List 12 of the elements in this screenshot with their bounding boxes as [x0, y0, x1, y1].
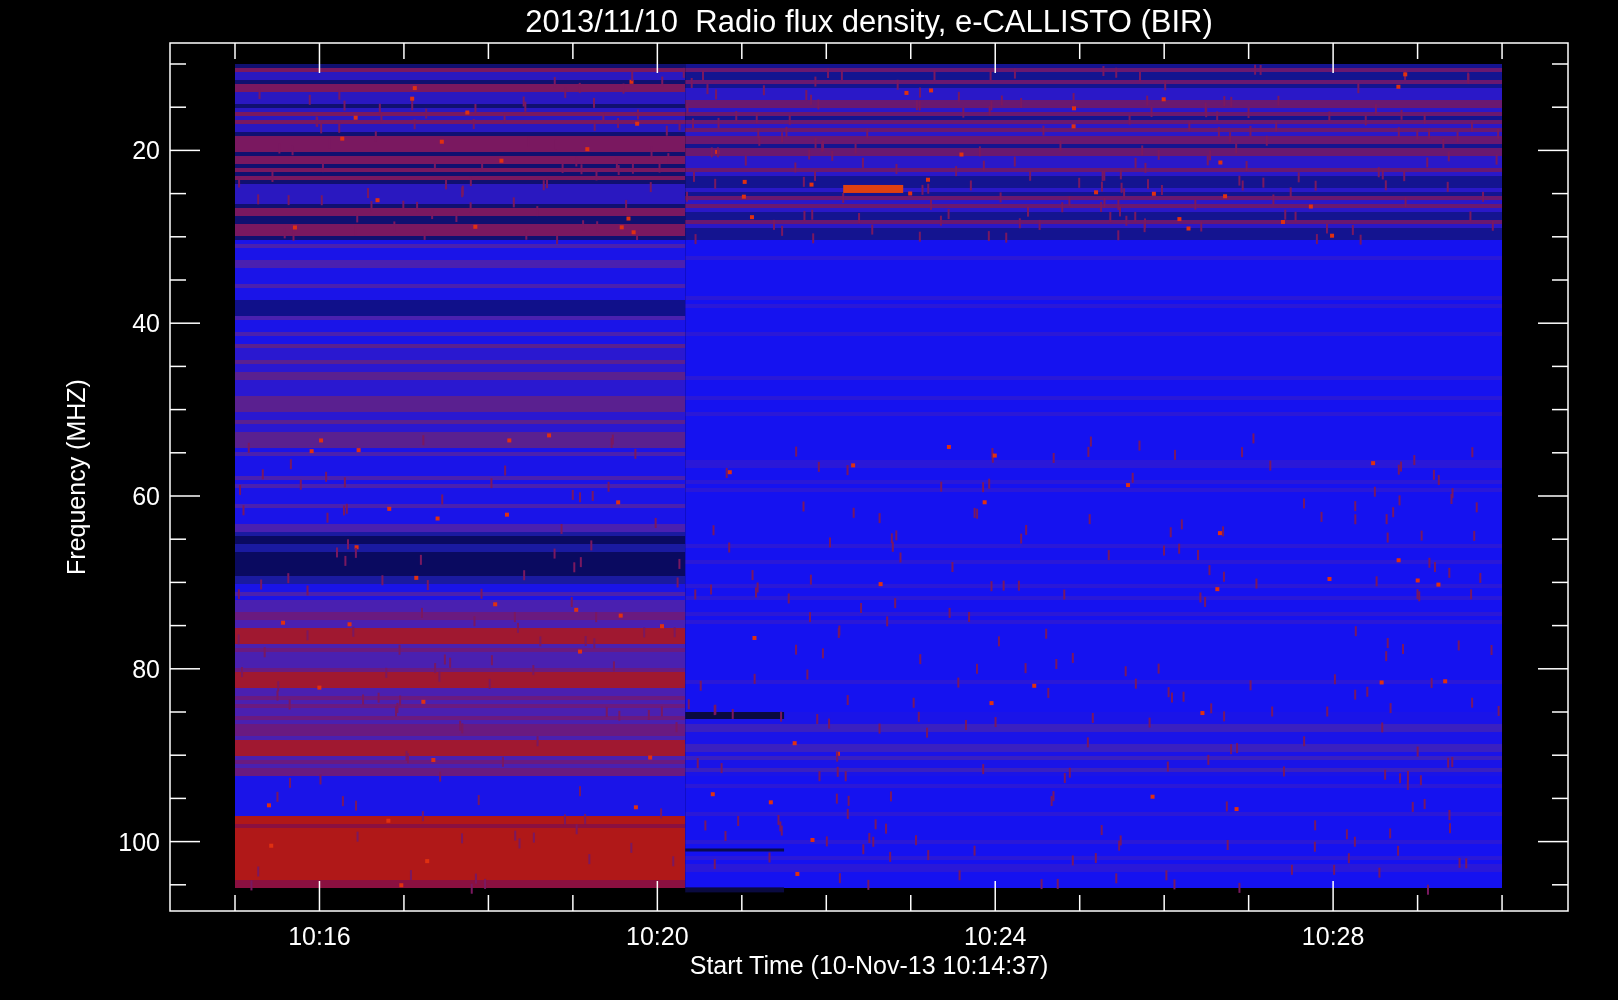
tick-label: 100 [118, 827, 160, 856]
tick-label: 10:16 [288, 922, 351, 950]
plot-title: 2013/11/10 Radio flux density, e-CALLISTO (BIR) [525, 4, 1213, 39]
tick-label: 80 [132, 654, 160, 683]
tick-label: 10:20 [626, 922, 689, 950]
tick-label: 10:28 [1301, 922, 1365, 950]
tick-label: 60 [132, 482, 160, 510]
tick-label: 40 [132, 309, 160, 338]
tick-label: 10:24 [963, 922, 1027, 950]
x-axis-label: Start Time (10-Nov-13 10:14:37) [689, 951, 1049, 979]
y-axis-label: Frequency (MHZ) [62, 379, 90, 575]
tick-label: 20 [132, 136, 160, 165]
